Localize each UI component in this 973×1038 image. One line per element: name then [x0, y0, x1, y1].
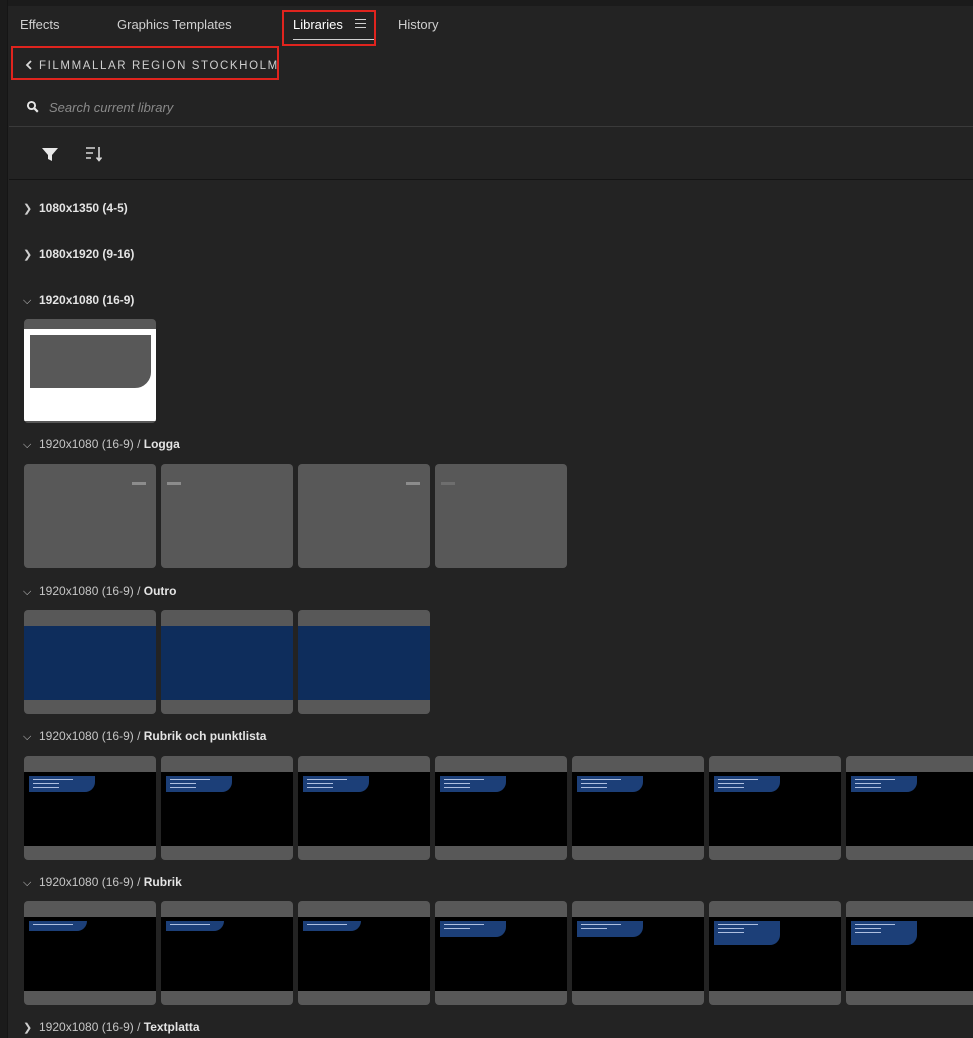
- template-thumbnail[interactable]: [572, 901, 704, 1005]
- title-bubble: [29, 921, 87, 931]
- title-bubble: [851, 776, 917, 792]
- chevron-down-icon: ⌵: [23, 439, 32, 451]
- folder-textplatta[interactable]: ❯ 1920x1080 (16-9) / Textplatta: [23, 1020, 200, 1034]
- window-frame-left: [0, 0, 8, 1038]
- template-thumbnail[interactable]: [161, 610, 293, 714]
- search-bar: [9, 90, 973, 127]
- template-thumbnail[interactable]: [161, 464, 293, 568]
- search-icon: [26, 100, 39, 113]
- title-bubble: [714, 776, 780, 792]
- folder-1080x1920[interactable]: ❯ 1080x1920 (9-16): [23, 247, 134, 261]
- folder-1080x1350[interactable]: ❯ 1080x1350 (4-5): [23, 201, 128, 215]
- chevron-right-icon: ❯: [23, 203, 33, 215]
- title-bubble: [303, 776, 369, 792]
- template-thumbnail[interactable]: [298, 901, 430, 1005]
- template-thumbnail[interactable]: [709, 901, 841, 1005]
- template-thumbnail[interactable]: [24, 901, 156, 1005]
- template-thumbnail[interactable]: [846, 901, 973, 1005]
- folder-outro[interactable]: ⌵ 1920x1080 (16-9) / Outro: [23, 584, 176, 599]
- library-toolbar: [9, 128, 973, 180]
- template-thumbnail[interactable]: [161, 756, 293, 860]
- chevron-right-icon: ❯: [23, 1022, 33, 1034]
- chevron-down-icon: ⌵: [23, 877, 32, 889]
- tab-history[interactable]: History: [398, 17, 438, 32]
- template-thumbnail[interactable]: [709, 756, 841, 860]
- template-thumbnail[interactable]: [24, 464, 156, 568]
- folder-logga[interactable]: ⌵ 1920x1080 (16-9) / Logga: [23, 437, 180, 452]
- chevron-right-icon: ❯: [23, 249, 33, 261]
- libraries-panel: Effects Graphics Templates Libraries His…: [9, 6, 973, 1038]
- template-thumbnail[interactable]: [572, 756, 704, 860]
- filter-icon[interactable]: [40, 145, 60, 163]
- folder-rubrik-och-punktlista[interactable]: ⌵ 1920x1080 (16-9) / Rubrik och punktlist…: [23, 729, 266, 744]
- title-bubble: [440, 776, 506, 792]
- title-bubble: [303, 921, 361, 931]
- template-thumbnail[interactable]: [24, 756, 156, 860]
- title-bubble: [577, 921, 643, 937]
- template-thumbnail[interactable]: [298, 610, 430, 714]
- highlight-box-libraries: [282, 10, 376, 46]
- tab-effects[interactable]: Effects: [20, 17, 60, 32]
- title-bubble: [166, 921, 224, 931]
- template-thumbnail[interactable]: [846, 756, 973, 860]
- title-bubble: [440, 921, 506, 937]
- template-thumbnail[interactable]: [435, 756, 567, 860]
- chevron-down-icon: ⌵: [23, 295, 32, 307]
- template-thumbnail[interactable]: [435, 464, 567, 568]
- template-thumbnail[interactable]: [161, 901, 293, 1005]
- template-thumbnail[interactable]: [298, 756, 430, 860]
- chevron-down-icon: ⌵: [23, 731, 32, 743]
- template-thumbnail[interactable]: [298, 464, 430, 568]
- tab-graphics-templates[interactable]: Graphics Templates: [117, 17, 232, 32]
- template-thumbnail[interactable]: [24, 319, 156, 423]
- title-bubble: [166, 776, 232, 792]
- title-bubble: [29, 776, 95, 792]
- panel-tab-bar: Effects Graphics Templates Libraries His…: [9, 6, 973, 46]
- chevron-down-icon: ⌵: [23, 586, 32, 598]
- template-thumbnail[interactable]: [24, 610, 156, 714]
- title-bubble: [851, 921, 917, 945]
- title-bubble: [714, 921, 780, 945]
- sort-icon[interactable]: [84, 145, 104, 163]
- search-input[interactable]: [49, 96, 649, 118]
- template-thumbnail[interactable]: [435, 901, 567, 1005]
- highlight-box-breadcrumb: [11, 46, 279, 80]
- folder-1920x1080[interactable]: ⌵ 1920x1080 (16-9): [23, 293, 134, 308]
- folder-rubrik[interactable]: ⌵ 1920x1080 (16-9) / Rubrik: [23, 875, 182, 890]
- title-bubble: [577, 776, 643, 792]
